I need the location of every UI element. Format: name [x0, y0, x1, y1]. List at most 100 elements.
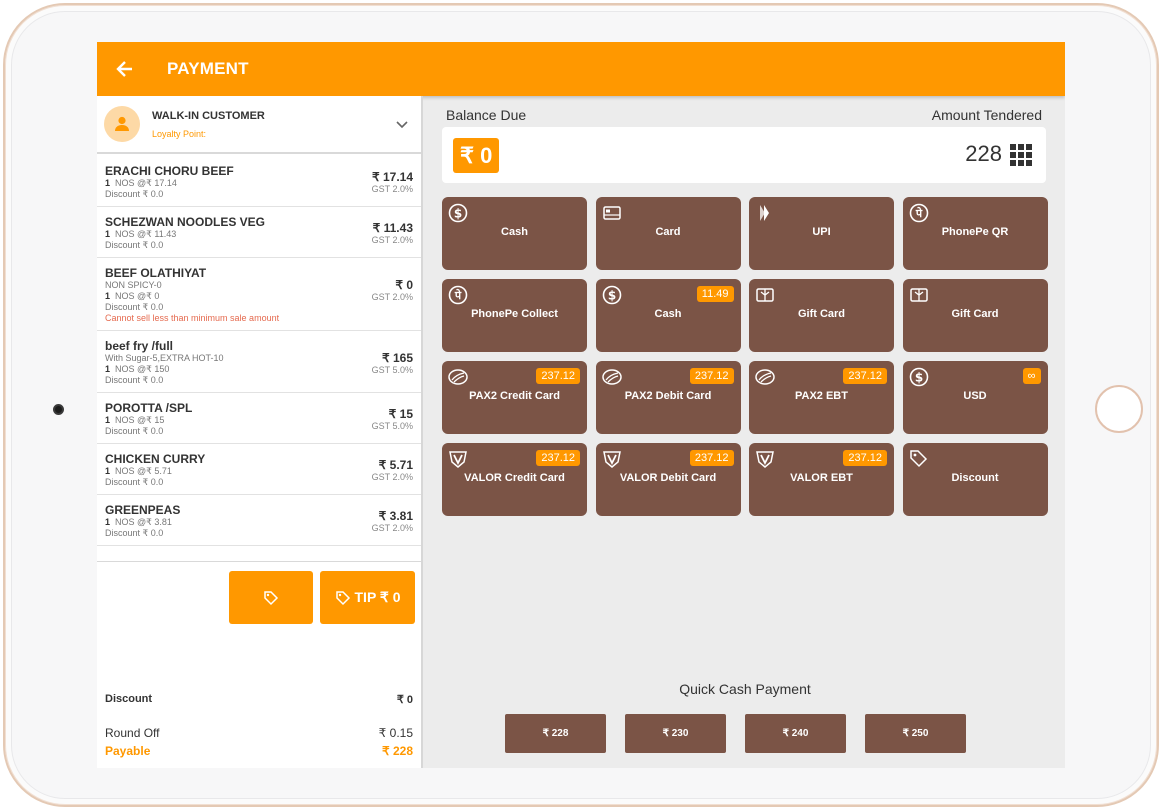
payment-method-label: Cash	[654, 308, 682, 320]
payment-method-badge: ∞	[1022, 368, 1041, 384]
amount-tendered-label: Amount Tendered	[931, 107, 1042, 123]
loyalty-points: Loyalty Point:	[152, 128, 207, 139]
home-button[interactable]	[1095, 385, 1143, 433]
item-qty-detail: NOS @₹ 17.14	[115, 178, 177, 188]
top-bar: PAYMENT	[97, 42, 1065, 96]
balance-due-value: ₹ 0	[453, 138, 500, 173]
item-quantity: 1 NOS @₹ 11.43	[105, 229, 265, 240]
item-price: ₹ 11.43	[372, 221, 413, 235]
svg-text:पे: पे	[454, 288, 462, 302]
page-title: PAYMENT	[167, 59, 249, 78]
payment-method-valor-debit-card[interactable]: 237.12 VALOR Debit Card	[595, 443, 741, 516]
item-qty-detail: NOS @₹ 5.71	[115, 466, 172, 476]
payment-method-valor-ebt[interactable]: 237.12 VALOR EBT	[749, 443, 894, 516]
payment-method-pax2-credit-card[interactable]: 237.12 PAX2 Credit Card	[442, 361, 587, 434]
payment-method-cash[interactable]: $11.49 Cash	[595, 279, 741, 352]
payment-method-label: PAX2 Debit Card	[624, 390, 712, 402]
dollar-circle-icon: $	[909, 367, 929, 387]
item-quantity: 1 NOS @₹ 15	[105, 415, 192, 426]
item-discount: Discount ₹ 0.0	[105, 426, 164, 436]
keypad-icon[interactable]	[1010, 144, 1032, 166]
payment-method-label: PAX2 EBT	[795, 390, 848, 402]
svg-text:$: $	[607, 289, 615, 303]
payment-method-badge: 237.12	[689, 368, 734, 384]
payment-method-label: PhonePe QR	[941, 226, 1009, 238]
order-item-row[interactable]: ERACHI CHORU BEEF 1 NOS @₹ 17.14 Discount …	[97, 156, 421, 207]
customer-name: WALK-IN CUSTOMER	[152, 109, 265, 122]
quick-cash-button[interactable]: ₹ 240	[745, 714, 846, 753]
payment-method-badge: 11.49	[696, 286, 734, 302]
payment-method-cash[interactable]: $ Cash	[442, 197, 587, 270]
payment-method-label: USD	[963, 390, 987, 402]
item-qty-detail: NOS @₹ 150	[115, 364, 170, 374]
order-item-row[interactable]: POROTTA /SPL 1 NOS @₹ 15 Discount ₹ 0.0 ₹ 1…	[97, 393, 421, 444]
payment-method-badge: 237.12	[536, 368, 580, 384]
payment-method-pax2-ebt[interactable]: 237.12 PAX2 EBT	[749, 361, 894, 434]
valor-icon	[755, 449, 775, 469]
payment-method-label: Cash	[501, 226, 528, 238]
tag-icon	[909, 449, 929, 469]
item-quantity: 1 NOS @₹ 0	[105, 291, 279, 302]
payment-panel: Balance Due Amount Tendered ₹ 0 228 $ Cas…	[425, 96, 1065, 768]
item-name: BEEF OLATHIYAT	[105, 266, 207, 280]
discount-tag-button[interactable]	[229, 571, 313, 624]
order-panel: WALK-IN CUSTOMER Loyalty Point: ERACHI C…	[97, 96, 423, 768]
valor-icon	[602, 449, 622, 469]
quick-cash-button[interactable]: ₹ 230	[625, 714, 726, 753]
quick-cash-label: Quick Cash Payment	[679, 681, 811, 697]
payment-method-pax2-debit-card[interactable]: 237.12 PAX2 Debit Card	[595, 361, 741, 434]
discount-label: Discount	[105, 693, 153, 705]
customer-selector[interactable]: WALK-IN CUSTOMER Loyalty Point:	[97, 96, 421, 154]
payment-method-usd[interactable]: $ ∞ USD	[902, 361, 1048, 434]
quick-cash-button[interactable]: ₹ 228	[505, 714, 606, 753]
order-item-row[interactable]: BEEF OLATHIYAT NON SPICY-0 1 NOS @₹ 0 Disco…	[97, 258, 421, 331]
item-discount: Discount ₹ 0.0	[105, 528, 164, 538]
order-item-row[interactable]: GREENPEAS 1 NOS @₹ 3.81 Discount ₹ 0.0 ₹ 3.…	[97, 495, 421, 546]
item-name: CHICKEN CURRY	[105, 452, 206, 466]
tip-button[interactable]: TIP ₹ 0	[320, 571, 415, 624]
amount-bar: ₹ 0 228	[442, 127, 1046, 183]
chevron-down-icon[interactable]	[393, 116, 411, 132]
payment-method-gift-card[interactable]: Gift Card	[749, 279, 894, 352]
quick-cash-button[interactable]: ₹ 250	[865, 714, 966, 753]
item-warning: Cannot sell less than minimum sale amoun…	[105, 313, 280, 323]
upi-icon	[755, 203, 775, 223]
payment-method-label: Gift Card	[951, 308, 999, 320]
item-name: POROTTA /SPL	[105, 401, 193, 415]
payable-value: ₹ 228	[382, 744, 413, 758]
payment-method-gift-card[interactable]: Gift Card	[902, 279, 1048, 352]
tag-icon	[264, 590, 279, 605]
payment-method-discount[interactable]: Discount	[902, 443, 1048, 516]
payment-method-phonepe-collect[interactable]: पे PhonePe Collect	[442, 279, 587, 352]
back-button[interactable]	[97, 42, 153, 96]
app-screen: PAYMENT WALK-IN CUSTOMER Loyalty Point: …	[97, 42, 1065, 768]
payment-method-phonepe-qr[interactable]: पे PhonePe QR	[902, 197, 1048, 270]
order-item-row[interactable]: SCHEZWAN NOODLES VEG 1 NOS @₹ 11.43 Discou…	[97, 207, 421, 258]
item-name: SCHEZWAN NOODLES VEG	[105, 215, 266, 229]
amount-tendered-value[interactable]: 228	[965, 141, 1002, 167]
item-qty-count: 1	[105, 291, 111, 301]
item-gst: GST 2.0%	[371, 235, 413, 245]
payment-method-upi[interactable]: UPI	[749, 197, 894, 270]
item-gst: GST 5.0%	[371, 421, 413, 431]
item-price: ₹ 15	[388, 407, 413, 421]
item-qty-detail: NOS @₹ 3.81	[115, 517, 172, 527]
payment-method-label: PAX2 Credit Card	[469, 390, 560, 402]
order-items-list: ERACHI CHORU BEEF 1 NOS @₹ 17.14 Discount …	[97, 156, 421, 546]
payment-method-valor-credit-card[interactable]: 237.12 VALOR Credit Card	[442, 443, 587, 516]
item-discount: Discount ₹ 0.0	[105, 189, 164, 199]
payment-method-card[interactable]: Card	[595, 197, 741, 270]
order-item-row[interactable]: beef fry /full With Sugar-5,EXTRA HOT-10 1…	[97, 331, 421, 393]
order-item-row[interactable]: CHICKEN CURRY 1 NOS @₹ 5.71 Discount ₹ 0.0…	[97, 444, 421, 495]
payment-method-badge: 237.12	[536, 450, 580, 466]
payment-method-badge: 237.12	[843, 450, 887, 466]
phonepe-icon: पे	[448, 285, 468, 305]
avatar	[104, 106, 140, 142]
item-qty-detail: NOS @₹ 0	[115, 291, 160, 301]
item-price: ₹ 17.14	[372, 170, 413, 184]
item-gst: GST 5.0%	[371, 365, 413, 375]
dollar-circle-icon: $	[448, 203, 468, 223]
item-qty-count: 1	[105, 229, 111, 239]
gift-card-icon	[755, 285, 775, 305]
item-price: ₹ 3.81	[378, 509, 413, 523]
